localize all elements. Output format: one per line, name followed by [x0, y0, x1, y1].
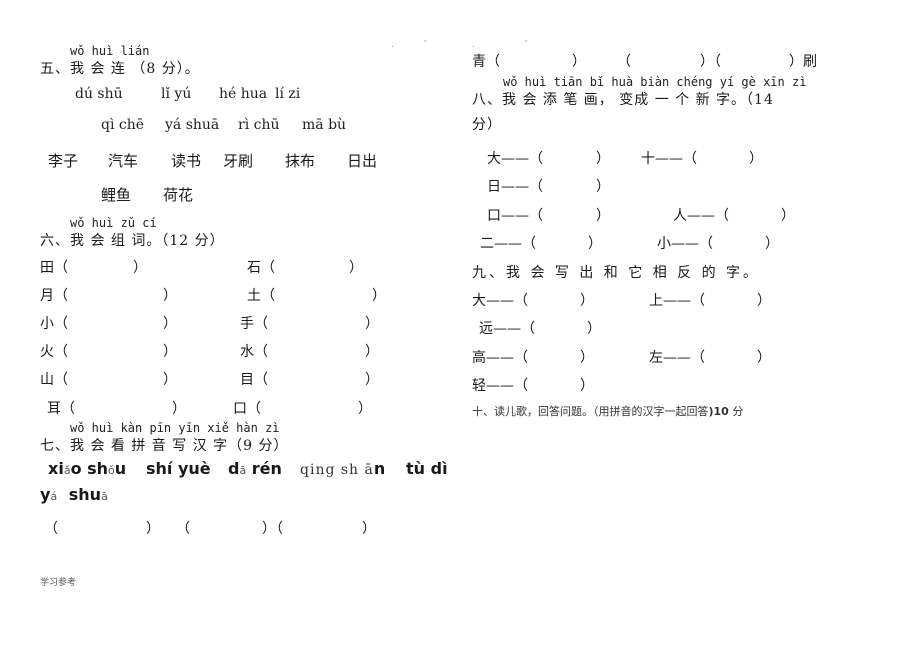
word-item: 目（）: [240, 372, 379, 388]
word-item: 石（）: [247, 260, 363, 276]
mark-dot: ¨: [423, 40, 427, 49]
section7-pinyin-words: xiǎo shǒu shí yuè dā rén qing sh ān tù dì: [48, 459, 448, 478]
word: 汽车: [108, 152, 139, 170]
section6-title: 六、我 会 组 词。（12 分）: [40, 233, 225, 249]
section5-pinyin-row1: dú shū lǐ yú hé hua lí zi: [75, 86, 300, 102]
pinyin-word: shí yuè: [146, 459, 211, 478]
stroke-item: 人——（）: [673, 208, 795, 224]
word-item: 口（）: [233, 401, 372, 417]
pinyin-word: qì chē: [101, 117, 145, 133]
section5-title: 五、我 会 连 （8 分）。: [40, 61, 200, 77]
section8-title: 八、我 会 添 笔 画， 变成 一 个 新 字。（14: [472, 92, 774, 108]
pinyin-word: lǐ yú: [161, 86, 192, 102]
word-item: 土（）: [247, 288, 386, 304]
opposite-item: 上——（）: [649, 293, 771, 309]
stroke-item: 口——（）: [487, 208, 610, 224]
section7-pinyin: wǒ huì kàn pīn yīn xiě hàn zì: [70, 421, 280, 435]
pinyin-word: qing sh ān: [300, 459, 386, 478]
opposite-item: 高——（）: [472, 350, 594, 366]
word-item: 耳（）: [47, 401, 186, 417]
word: 牙刷: [223, 152, 254, 170]
stroke-item: 小——（）: [657, 236, 779, 252]
section8-title-cont: 分）: [472, 117, 502, 133]
pinyin-word: yá shuā: [165, 117, 220, 133]
section5-pinyin: wǒ huì lián: [70, 44, 150, 58]
pinyin-word: lí zi: [275, 86, 301, 102]
word-item: 山（）: [40, 372, 177, 388]
opposite-item: 远——（）: [479, 321, 601, 337]
pinyin-word: dú shū: [75, 86, 123, 102]
pinyin-word: rì chū: [238, 117, 280, 133]
word-item: 田（）: [40, 260, 147, 276]
word: 读书: [171, 152, 202, 170]
opposite-item: 左——（）: [649, 350, 771, 366]
section5-pinyin-row2: qì chē yá shuā rì chū mā bù: [101, 117, 346, 133]
section7-title: 七、我 会 看 拼 音 写 汉 字（9 分）: [40, 438, 289, 454]
mark-dot: .: [472, 40, 475, 49]
opposite-item: 大——（）: [472, 293, 594, 309]
pinyin-word: mā bù: [302, 117, 347, 133]
word-item: 月（）: [40, 288, 177, 304]
word: 抹布: [285, 152, 316, 170]
stroke-item: 二——（）: [480, 236, 602, 252]
word-item: 火（）: [40, 344, 177, 360]
stroke-item: 大——（）: [487, 151, 610, 167]
word: 李子: [48, 152, 79, 170]
pinyin-word: yá shuā: [40, 485, 108, 504]
section6-pinyin: wǒ huì zǔ cí: [70, 216, 157, 230]
word-item: 手（）: [240, 316, 379, 332]
word: 荷花: [163, 186, 194, 204]
section10-title: 十、读儿歌，回答问题。（用拼音的汉字一起回答)10 分: [472, 405, 744, 418]
word: 鲤鱼: [101, 186, 132, 204]
pinyin-word: dā rén: [228, 459, 282, 478]
section5-words-row1: 李子 汽车 读书 牙刷 抹布 日出: [48, 150, 377, 171]
mark-dot: .: [391, 40, 394, 49]
pinyin-word: tù dì: [406, 459, 448, 478]
stroke-item: 日——（）: [487, 179, 610, 195]
stroke-item: 十——（）: [641, 151, 763, 167]
mark-dot: ¨: [524, 40, 528, 49]
section8-pinyin: wǒ huì tiān bǐ huà biàn chéng yí gè xīn …: [503, 75, 807, 89]
pinyin-word: hé hua: [219, 86, 268, 102]
word-item: 水（）: [240, 344, 379, 360]
word: 日出: [347, 152, 378, 170]
opposite-item: 轻——（）: [472, 378, 594, 394]
section5-words-row2: 鲤鱼 荷花: [101, 184, 193, 205]
section9-title: 九、我 会 写 出 和 它 相 反 的 字。: [472, 265, 761, 281]
footer-text: 学习参考: [40, 578, 77, 588]
pinyin-word: xiǎo shǒu: [48, 459, 127, 478]
word-item: 小（）: [40, 316, 177, 332]
